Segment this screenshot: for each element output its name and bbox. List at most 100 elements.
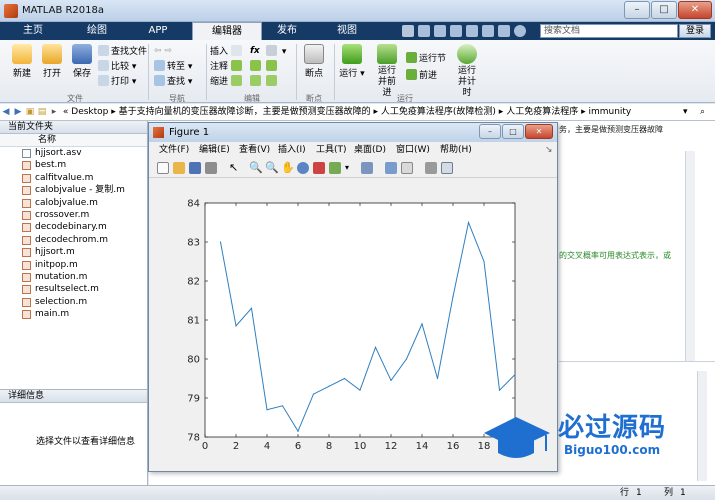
insert-button[interactable]: 插入: [210, 45, 244, 57]
list-item[interactable]: calobjvalue - 复制.m: [0, 184, 147, 196]
figure-title-bar[interactable]: Figure 1 – □ ✕: [149, 123, 557, 142]
maximize-button[interactable]: □: [651, 1, 677, 19]
path-overflow-icon[interactable]: «: [63, 107, 69, 117]
menu-tools[interactable]: 工具(T): [316, 143, 347, 158]
tab-plots[interactable]: 绘图: [68, 22, 126, 40]
rotate-3d-icon[interactable]: [297, 162, 309, 174]
indent-button[interactable]: 缩进: [210, 75, 244, 87]
data-cursor-icon[interactable]: [313, 162, 325, 174]
run-button[interactable]: 运行 ▾: [338, 44, 366, 79]
tab-publish[interactable]: 发布: [262, 22, 312, 40]
path-segment-fault-detection[interactable]: 人工免疫算法程序(故障检测): [381, 107, 496, 117]
minimize-button[interactable]: –: [624, 1, 650, 19]
decrease-indent-button[interactable]: [266, 75, 279, 87]
comment-button[interactable]: 注释: [210, 60, 244, 72]
zoom-in-icon[interactable]: 🔍: [249, 162, 263, 174]
run-and-advance-button[interactable]: 运行并前进: [370, 44, 404, 99]
path-dropdown-icon[interactable]: ▾: [683, 104, 688, 120]
save-figure-icon[interactable]: [189, 162, 201, 174]
tab-apps[interactable]: APP: [130, 22, 186, 40]
list-item[interactable]: main.m: [0, 308, 147, 320]
tab-editor[interactable]: 编辑器: [192, 22, 262, 40]
find-files-button[interactable]: 查找文件: [98, 45, 147, 57]
menu-dock-icon[interactable]: ↘: [545, 143, 553, 158]
cut-quick-icon[interactable]: [418, 25, 430, 37]
menu-help[interactable]: 帮助(H): [440, 143, 472, 158]
menu-edit[interactable]: 编辑(E): [199, 143, 230, 158]
open-button[interactable]: 打开: [38, 44, 66, 79]
brush-icon[interactable]: [329, 162, 341, 174]
close-button[interactable]: ✕: [678, 1, 712, 19]
uncomment-button[interactable]: [250, 60, 263, 72]
breakpoints-button[interactable]: 断点: [300, 44, 328, 79]
list-item[interactable]: crossover.m: [0, 209, 147, 221]
back-forward-buttons[interactable]: ⇦ ⇨: [154, 45, 172, 57]
zoom-out-icon[interactable]: 🔍: [265, 162, 279, 174]
figure-close-button[interactable]: ✕: [525, 124, 553, 139]
folder-up-icon[interactable]: ▣: [24, 104, 36, 120]
pointer-icon[interactable]: ↖: [229, 162, 241, 174]
list-item[interactable]: calobjvalue.m: [0, 197, 147, 209]
open-file-icon[interactable]: [173, 162, 185, 174]
print-figure-icon[interactable]: [205, 162, 217, 174]
menu-insert[interactable]: 插入(I): [278, 143, 306, 158]
menu-view[interactable]: 查看(V): [239, 143, 270, 158]
figure-minimize-button[interactable]: –: [479, 124, 501, 139]
list-item[interactable]: decodebinary.m: [0, 221, 147, 233]
list-item[interactable]: resultselect.m: [0, 283, 147, 295]
figure-maximize-button[interactable]: □: [502, 124, 524, 139]
path-search-icon[interactable]: ⌕: [700, 104, 705, 120]
menu-window[interactable]: 窗口(W): [396, 143, 430, 158]
save-button[interactable]: 保存: [68, 44, 96, 79]
tab-home[interactable]: 主页: [8, 22, 58, 40]
compare-button[interactable]: 比较 ▾: [98, 60, 136, 72]
brush-dropdown-icon[interactable]: ▾: [345, 162, 357, 174]
legend-icon[interactable]: [401, 162, 413, 174]
editor-scrollbar[interactable]: [685, 151, 695, 361]
list-item[interactable]: initpop.m: [0, 259, 147, 271]
copy-quick-icon[interactable]: [434, 25, 446, 37]
browse-folder-icon[interactable]: ▤: [36, 104, 48, 120]
hide-plot-tools-icon[interactable]: [425, 162, 437, 174]
wrap-comment-button[interactable]: [266, 60, 279, 72]
list-item[interactable]: best.m: [0, 159, 147, 171]
path-segment-immunity[interactable]: immunity: [588, 107, 631, 117]
fx-button[interactable]: fx: [250, 45, 260, 57]
forward-arrow-icon[interactable]: ▶: [12, 104, 24, 120]
run-section-button[interactable]: 运行节: [406, 52, 446, 64]
find-button[interactable]: 查找 ▾: [154, 75, 192, 87]
list-item[interactable]: decodechrom.m: [0, 234, 147, 246]
list-item[interactable]: selection.m: [0, 296, 147, 308]
list-item[interactable]: calfitvalue.m: [0, 172, 147, 184]
redo-quick-icon[interactable]: [482, 25, 494, 37]
switch-windows-icon[interactable]: [498, 25, 510, 37]
link-plot-icon[interactable]: [361, 162, 373, 174]
advance-button[interactable]: 前进: [406, 69, 437, 81]
list-item[interactable]: hjjsort.m: [0, 246, 147, 258]
help-icon[interactable]: [514, 25, 526, 37]
run-and-time-button[interactable]: 运行并计时: [450, 44, 484, 99]
path-segment-desktop[interactable]: Desktop: [71, 107, 108, 117]
print-button[interactable]: 打印 ▾: [98, 75, 136, 87]
save-quick-icon[interactable]: [402, 25, 414, 37]
tab-view[interactable]: 视图: [318, 22, 376, 40]
current-folder-address-bar[interactable]: ◀ ▶ ▣ ▤ ▸ « Desktop ▸ 基于支持向量机的变压器故障诊断，主要是做预测…: [0, 104, 715, 121]
new-figure-icon[interactable]: [157, 162, 169, 174]
increase-indent-button[interactable]: [250, 75, 263, 87]
colorbar-icon[interactable]: [385, 162, 397, 174]
list-item[interactable]: hjjsort.asv: [0, 147, 147, 159]
list-item[interactable]: mutation.m: [0, 271, 147, 283]
menu-desktop[interactable]: 桌面(D): [354, 143, 386, 158]
new-button[interactable]: 新建: [8, 44, 36, 79]
path-segment-svm[interactable]: 基于支持向量机的变压器故障诊断，主要是做预测变压器故障的: [119, 107, 371, 117]
goto-button[interactable]: 转至 ▾: [154, 60, 192, 72]
path-segment-immune-program[interactable]: 人工免疫算法程序: [506, 107, 578, 117]
back-arrow-icon[interactable]: ◀: [0, 104, 12, 120]
login-button[interactable]: 登录: [679, 24, 711, 38]
insert-section-button[interactable]: ▾: [266, 45, 286, 57]
paste-quick-icon[interactable]: [450, 25, 462, 37]
menu-file[interactable]: 文件(F): [159, 143, 189, 158]
undo-quick-icon[interactable]: [466, 25, 478, 37]
search-docs-input[interactable]: 搜索文档: [540, 24, 678, 38]
show-plot-tools-icon[interactable]: [441, 162, 453, 174]
